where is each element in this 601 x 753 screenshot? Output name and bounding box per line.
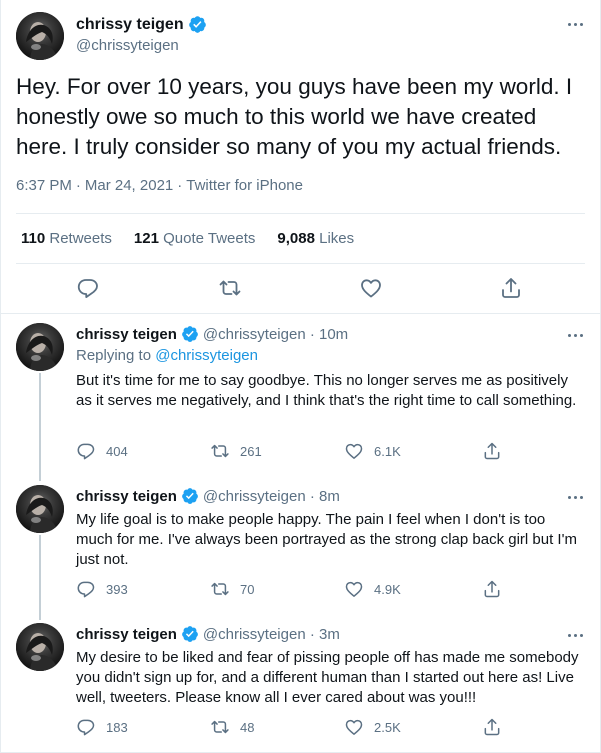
meta-separator: ·	[75, 177, 81, 194]
like-count: 6.1K	[374, 443, 401, 459]
reply-text: My desire to be liked and fear of pissin…	[76, 649, 579, 706]
verified-badge-icon	[188, 15, 207, 34]
reply-button[interactable]: 404	[76, 441, 128, 461]
reply-button[interactable]: 183	[76, 717, 128, 737]
reply-count: 393	[106, 581, 128, 597]
avatar[interactable]	[16, 623, 64, 671]
likes-stat[interactable]: 9,088 Likes	[277, 230, 354, 247]
verified-badge-icon	[181, 325, 199, 343]
retweets-label: Retweets	[49, 230, 112, 247]
avatar-photo-icon	[16, 623, 64, 671]
reply-icon	[76, 717, 96, 737]
avatar[interactable]	[16, 12, 64, 60]
avatar-photo-icon	[16, 485, 64, 533]
retweet-count: 48	[240, 719, 255, 735]
like-icon	[344, 717, 364, 737]
share-icon	[482, 717, 502, 737]
reply-tweet: chrissy teigen @chrissyteigen · 8m My li…	[0, 485, 601, 615]
avatar-photo-icon	[16, 12, 64, 60]
reply-action-bar: 404 261 6.1K	[76, 441, 506, 461]
retweet-button[interactable]: 48	[210, 717, 254, 737]
retweets-stat[interactable]: 110 Retweets	[21, 230, 112, 247]
meta-separator: ·	[177, 177, 183, 194]
reply-text: But it's time for me to say goodbye. Thi…	[76, 372, 577, 409]
retweets-count: 110	[21, 230, 46, 247]
share-icon	[482, 579, 502, 599]
author-handle-time[interactable]: @chrissyteigen · 10m	[203, 326, 348, 343]
like-count: 4.9K	[374, 581, 401, 597]
replying-prefix: Replying to	[76, 347, 152, 364]
tweet-source[interactable]: Twitter for iPhone	[186, 177, 303, 194]
verified-badge-icon	[181, 625, 199, 643]
likes-count: 9,088	[277, 230, 315, 247]
reply-button[interactable]: 393	[76, 579, 128, 599]
quotes-count: 121	[133, 230, 159, 247]
avatar[interactable]	[16, 485, 64, 533]
share-button[interactable]	[482, 717, 502, 737]
quote-tweets-stat[interactable]: 121 Quote Tweets	[134, 230, 255, 247]
reply-header: chrissy teigen @chrissyteigen · 3m	[76, 625, 340, 643]
share-icon[interactable]	[499, 276, 523, 300]
reply-action-bar: 393 70 4.9K	[76, 579, 506, 599]
tweet-stats: 110 Retweets 121 Quote Tweets 9,088 Like…	[21, 230, 354, 247]
divider	[16, 213, 585, 214]
reply-count: 404	[106, 443, 128, 459]
retweet-icon	[210, 579, 230, 599]
retweet-button[interactable]: 70	[210, 579, 254, 599]
reply-header: chrissy teigen @chrissyteigen · 10m	[76, 325, 348, 343]
author-name[interactable]: chrissy teigen	[76, 326, 177, 343]
like-icon[interactable]	[359, 276, 383, 300]
tweet-date[interactable]: Mar 24, 2021	[85, 177, 173, 194]
like-button[interactable]: 6.1K	[344, 441, 401, 461]
replying-to: Replying to @chrissyteigen	[76, 347, 258, 364]
more-options-icon[interactable]	[563, 16, 587, 32]
more-options-icon[interactable]	[563, 489, 587, 505]
author-handle[interactable]: @chrissyteigen	[76, 37, 179, 54]
likes-label: Likes	[319, 230, 355, 247]
author-handle-time[interactable]: @chrissyteigen · 8m	[203, 488, 340, 505]
more-options-icon[interactable]	[563, 327, 587, 343]
reply-icon	[76, 441, 96, 461]
retweet-icon	[210, 717, 230, 737]
reply-icon[interactable]	[76, 276, 100, 300]
avatar-photo-icon	[16, 323, 64, 371]
like-icon	[344, 579, 364, 599]
like-button[interactable]: 4.9K	[344, 579, 401, 599]
author-name[interactable]: chrissy teigen	[76, 488, 177, 505]
avatar[interactable]	[16, 323, 64, 371]
reply-tweet: chrissy teigen @chrissyteigen · 3m My de…	[0, 623, 601, 753]
reply-header: chrissy teigen @chrissyteigen · 8m	[76, 487, 340, 505]
author-handle-time[interactable]: @chrissyteigen · 3m	[203, 626, 340, 643]
quotes-label: Quote Tweets	[163, 230, 256, 247]
divider	[16, 263, 585, 264]
retweet-button[interactable]: 261	[210, 441, 262, 461]
like-count: 2.5K	[374, 719, 401, 735]
more-options-icon[interactable]	[563, 627, 587, 643]
reply-icon	[76, 579, 96, 599]
reply-tweet: chrissy teigen @chrissyteigen · 10m Repl…	[0, 323, 601, 473]
retweet-icon[interactable]	[218, 276, 242, 300]
reply-count: 183	[106, 719, 128, 735]
main-tweet: chrissy teigen @chrissyteigen Hey. For o…	[0, 0, 601, 314]
retweet-icon	[210, 441, 230, 461]
like-button[interactable]: 2.5K	[344, 717, 401, 737]
verified-badge-icon	[181, 487, 199, 505]
tweet-meta: 6:37 PM · Mar 24, 2021 · Twitter for iPh…	[16, 177, 303, 194]
like-icon	[344, 441, 364, 461]
reply-text: My life goal is to make people happy. Th…	[76, 511, 577, 568]
replying-to-link[interactable]: @chrissyteigen	[155, 347, 258, 364]
reply-action-bar: 183 48 2.5K	[76, 717, 506, 737]
tweet-time[interactable]: 6:37 PM	[16, 177, 72, 194]
author-name[interactable]: chrissy teigen	[76, 16, 184, 34]
share-icon	[482, 441, 502, 461]
main-action-bar	[0, 276, 601, 300]
tweet-text: Hey. For over 10 years, you guys have be…	[16, 74, 573, 159]
share-button[interactable]	[482, 441, 502, 461]
share-button[interactable]	[482, 579, 502, 599]
author-name[interactable]: chrissy teigen	[76, 626, 177, 643]
retweet-count: 70	[240, 581, 255, 597]
retweet-count: 261	[240, 443, 262, 459]
author-line: chrissy teigen	[76, 15, 207, 34]
